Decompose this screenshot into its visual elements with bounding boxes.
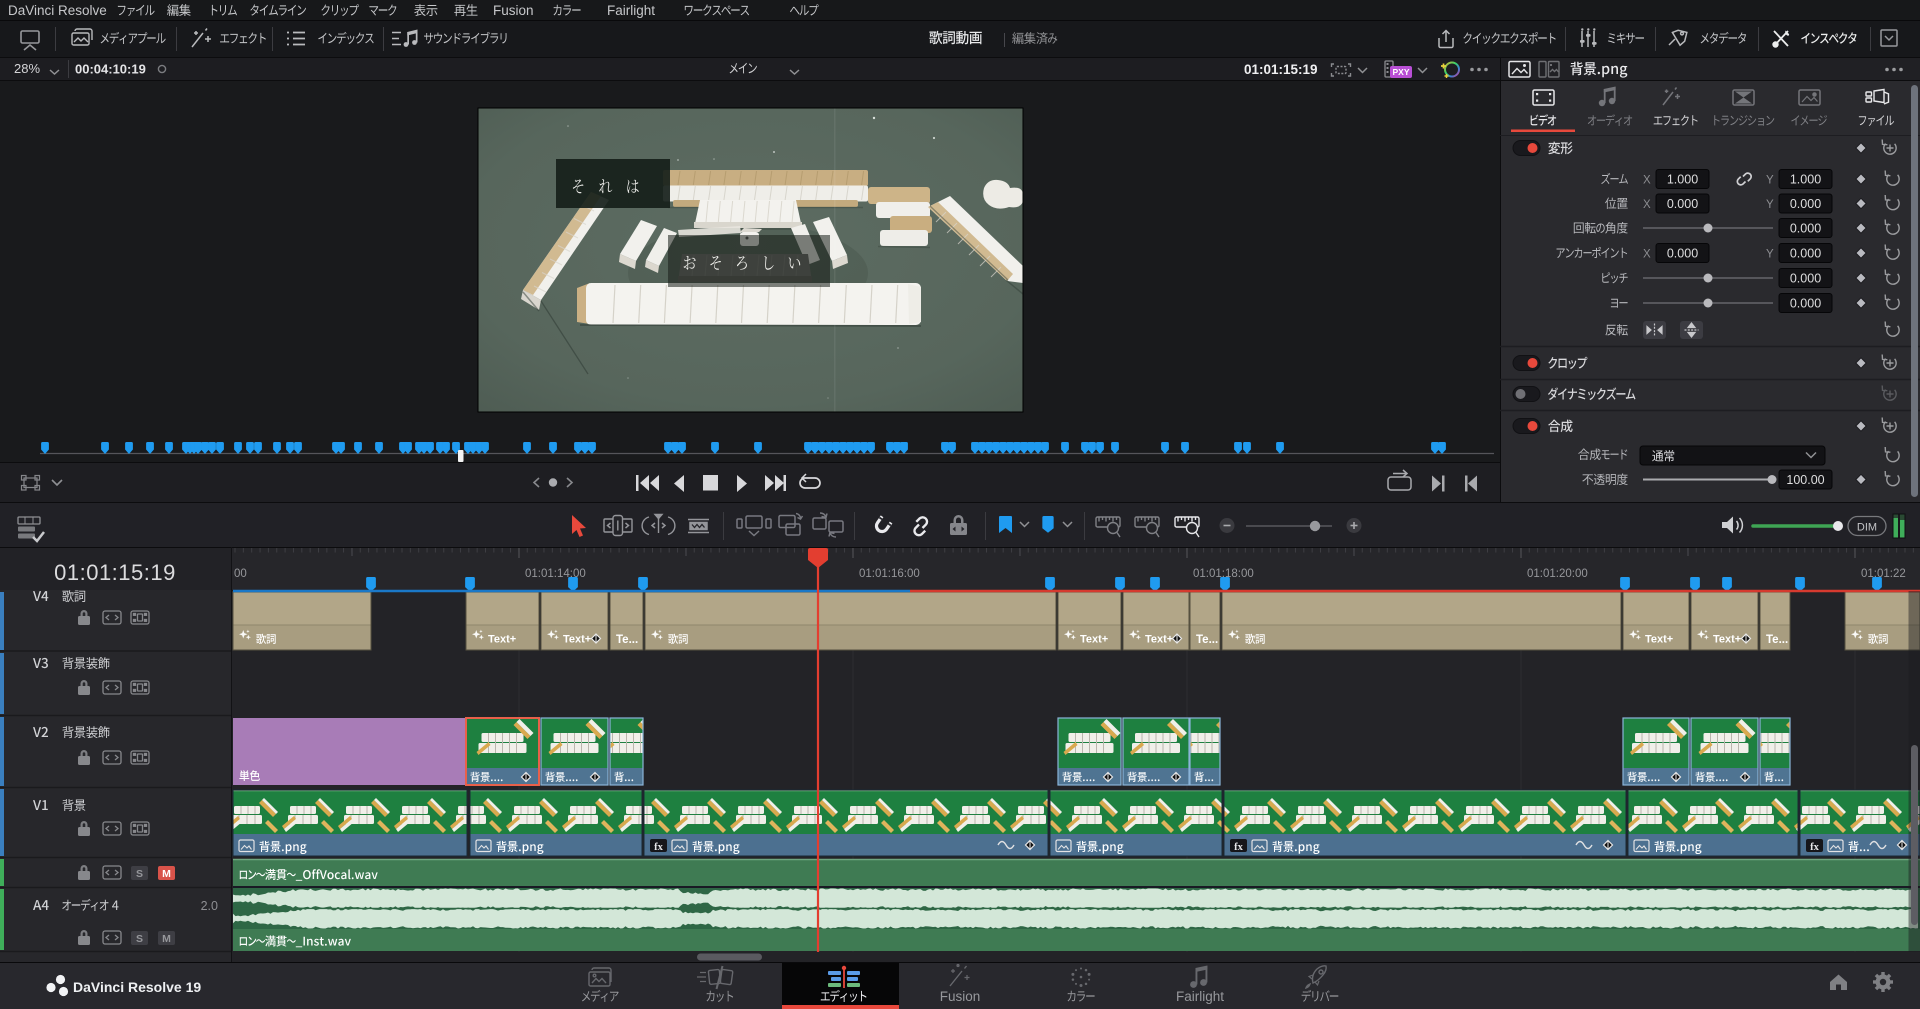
svg-text:0.000: 0.000 <box>1667 247 1698 261</box>
svg-text:0.000: 0.000 <box>1667 197 1698 211</box>
svg-text:M: M <box>162 868 171 880</box>
svg-text:DaVinci Resolve 19: DaVinci Resolve 19 <box>73 979 201 995</box>
svg-text:01:01:15:19: 01:01:15:19 <box>54 560 176 585</box>
svg-text:01:01:20:00: 01:01:20:00 <box>1527 568 1588 580</box>
svg-text:Fairlight: Fairlight <box>1176 989 1224 1004</box>
svg-text:Y: Y <box>1766 249 1774 261</box>
svg-text:01:01:16:00: 01:01:16:00 <box>859 568 920 580</box>
svg-text:fx: fx <box>1234 842 1243 853</box>
svg-text:X: X <box>1643 199 1651 211</box>
svg-text:0.000: 0.000 <box>1790 297 1821 311</box>
svg-text:Text+: Text+ <box>1145 634 1173 646</box>
svg-text:X: X <box>1643 175 1651 187</box>
svg-text:Fusion: Fusion <box>493 3 534 18</box>
svg-text:28%: 28% <box>14 61 40 76</box>
svg-text:M: M <box>162 933 171 945</box>
svg-text:Text+: Text+ <box>1080 634 1108 646</box>
svg-text:Text+: Text+ <box>563 634 591 646</box>
svg-text:DaVinci Resolve: DaVinci Resolve <box>8 3 107 18</box>
svg-text:01:01:15:19: 01:01:15:19 <box>1244 62 1318 77</box>
svg-text:S: S <box>136 933 143 945</box>
svg-text:2.0: 2.0 <box>201 899 218 913</box>
svg-text:1.000: 1.000 <box>1667 173 1698 187</box>
svg-text:Te...: Te... <box>616 634 638 646</box>
svg-text:fx: fx <box>654 842 663 853</box>
svg-text:fx: fx <box>1810 842 1819 853</box>
svg-text:100.00: 100.00 <box>1786 473 1824 487</box>
svg-text:Fairlight: Fairlight <box>607 3 655 18</box>
svg-text:0.000: 0.000 <box>1790 222 1821 236</box>
svg-text:Text+: Text+ <box>1713 634 1741 646</box>
svg-text:PXY: PXY <box>1392 67 1409 77</box>
svg-text:Y: Y <box>1766 199 1774 211</box>
svg-text:X: X <box>1643 249 1651 261</box>
svg-text:00: 00 <box>234 568 247 580</box>
svg-text:Y: Y <box>1766 175 1774 187</box>
svg-text:00:04:10:19: 00:04:10:19 <box>75 62 146 77</box>
svg-text:0.000: 0.000 <box>1790 272 1821 286</box>
svg-text:DIM: DIM <box>1857 522 1877 534</box>
svg-text:0.000: 0.000 <box>1790 197 1821 211</box>
svg-text:0.000: 0.000 <box>1790 247 1821 261</box>
svg-text:Text+: Text+ <box>1645 634 1673 646</box>
svg-text:Te...: Te... <box>1766 634 1788 646</box>
svg-text:Fusion: Fusion <box>940 989 981 1004</box>
svg-text:01:01:22: 01:01:22 <box>1861 568 1906 580</box>
svg-text:1.000: 1.000 <box>1790 173 1821 187</box>
svg-text:Text+: Text+ <box>488 634 516 646</box>
svg-text:S: S <box>136 868 143 880</box>
svg-text:Te...: Te... <box>1196 634 1218 646</box>
